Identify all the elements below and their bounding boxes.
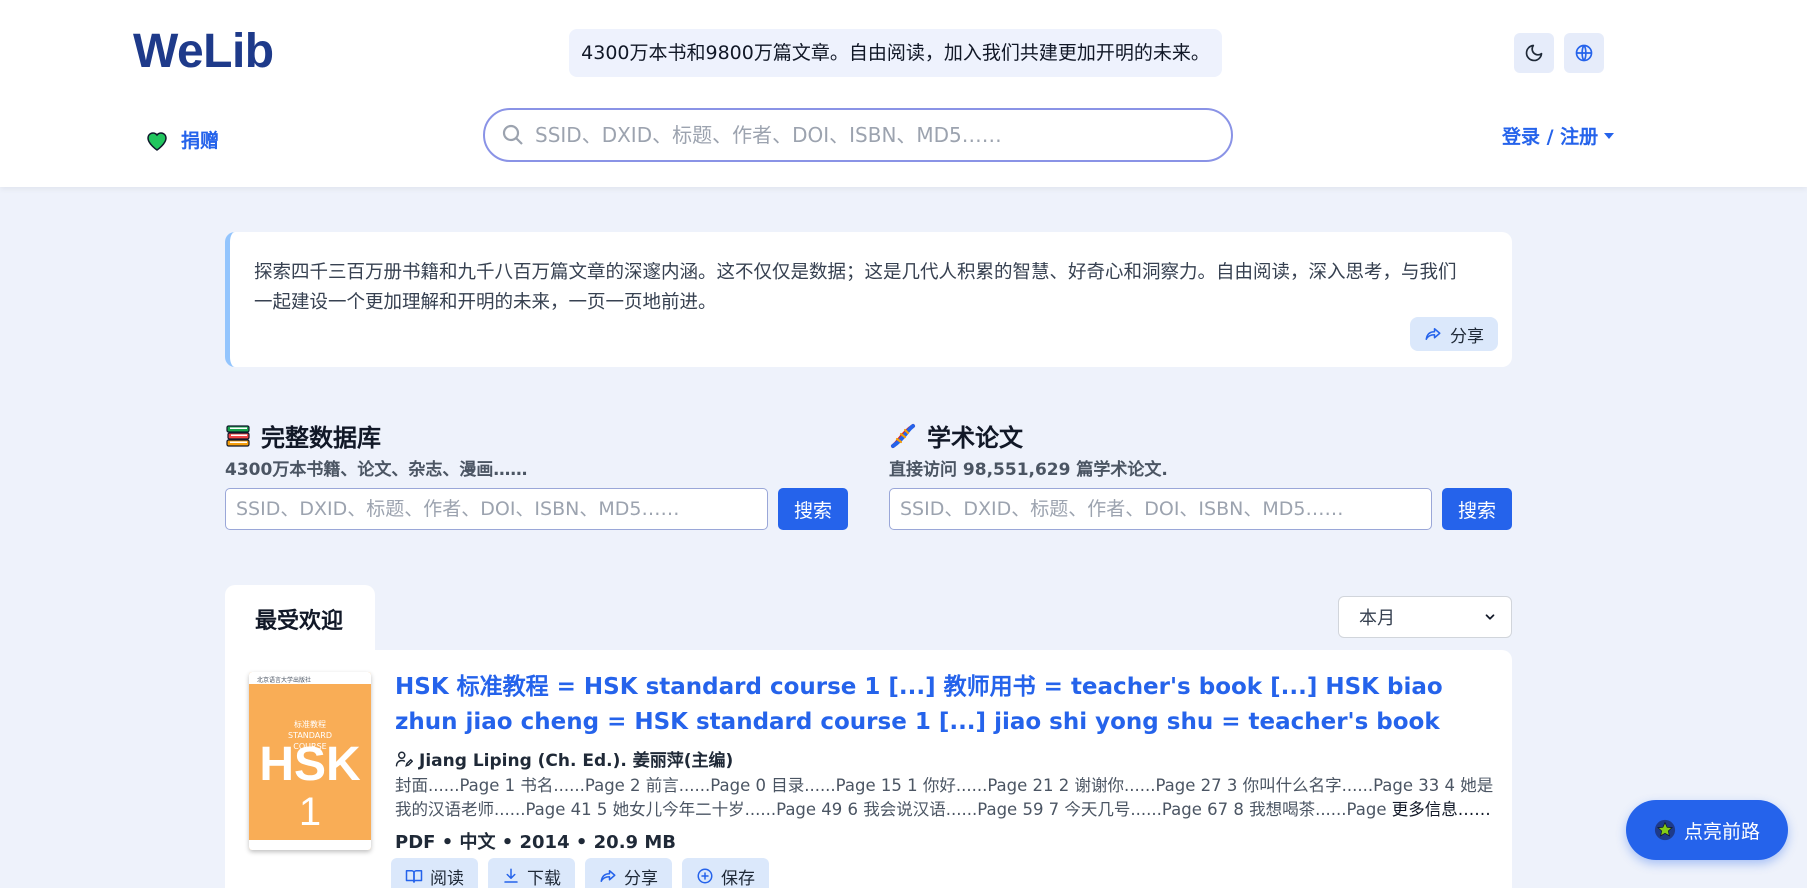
language-button[interactable]	[1564, 33, 1604, 73]
donate-label: 捐赠	[181, 130, 220, 152]
papers-database-subtitle: 直接访问 98,551,629 篇学术论文.	[889, 460, 1168, 480]
tab-most-popular[interactable]: 最受欢迎	[225, 585, 375, 651]
book-author[interactable]: Jiang Liping (Ch. Ed.). 姜丽萍(主编)	[395, 746, 733, 771]
caret-down-icon	[1604, 132, 1615, 139]
light-the-way-label: 点亮前路	[1683, 820, 1760, 843]
book-actions: 阅读 下载 分享 保存	[391, 858, 769, 888]
full-database-title: 完整数据库	[225, 418, 849, 453]
user-edit-icon	[395, 751, 413, 767]
papers-database-search-row: 搜索	[889, 488, 1513, 530]
intro-text: 探索四千三百万册书籍和九千八百万篇文章的深邃内涵。这不仅仅是数据；这是几代人积累…	[254, 262, 1457, 313]
main-search-input[interactable]	[535, 123, 1215, 147]
period-value: 本月	[1359, 608, 1395, 629]
book-title-link[interactable]: HSK 标准教程 = HSK standard course 1 [...] 教…	[395, 670, 1475, 740]
cover-bottom-band	[249, 840, 371, 850]
download-icon	[504, 868, 518, 883]
read-button[interactable]: 阅读	[391, 858, 478, 888]
cover-publisher: 北京语言大学出版社	[257, 677, 312, 684]
share-icon	[1425, 328, 1441, 340]
main-search-box[interactable]	[483, 108, 1233, 162]
intro-share-button[interactable]: 分享	[1410, 317, 1498, 351]
share-label: 分享	[624, 868, 658, 888]
save-label: 保存	[721, 868, 755, 888]
star-icon	[1654, 819, 1676, 841]
logo[interactable]: WeLib	[133, 24, 274, 79]
papers-database-search-button[interactable]: 搜索	[1442, 488, 1512, 530]
full-database-search-row: 搜索	[225, 488, 849, 530]
papers-database-section: 学术论文 直接访问 98,551,629 篇学术论文. 搜索	[889, 418, 1513, 530]
login-label: 登录 / 注册	[1502, 126, 1599, 148]
full-database-search-button[interactable]: 搜索	[778, 488, 848, 530]
full-database-heading: 完整数据库	[261, 424, 381, 452]
more-info-link[interactable]: 更多信息……	[1392, 800, 1491, 819]
book-description-text: 封面......Page 1 书名......Page 2 前言......Pa…	[395, 776, 1494, 819]
book-meta: PDF • 中文 • 2014 • 20.9 MB	[395, 832, 676, 853]
books-icon	[226, 424, 250, 447]
globe-icon	[1575, 44, 1593, 62]
full-database-section: 完整数据库 4300万本书籍、论文、杂志、漫画…… 搜索	[225, 418, 849, 530]
period-select[interactable]: 本月	[1338, 596, 1512, 638]
download-label: 下载	[527, 868, 561, 888]
site-header: WeLib 4300万本书和9800万篇文章。自由阅读，加入我们共建更加开明的未…	[0, 0, 1807, 187]
intro-card: 探索四千三百万册书籍和九千八百万篇文章的深邃内涵。这不仅仅是数据；这是几代人积累…	[225, 232, 1512, 367]
popular-book-card: 北京语言大学出版社 标准教程 STANDARD COURSE HSK 1 HSK…	[225, 650, 1512, 888]
book-open-icon	[405, 870, 423, 883]
download-button[interactable]: 下载	[488, 858, 575, 888]
dark-mode-button[interactable]	[1514, 33, 1554, 73]
login-register-dropdown[interactable]: 登录 / 注册	[1502, 122, 1615, 149]
save-button[interactable]: 保存	[682, 858, 769, 888]
plus-circle-icon	[697, 868, 713, 884]
book-author-name: Jiang Liping (Ch. Ed.). 姜丽萍(主编)	[419, 751, 734, 771]
donate-link[interactable]: 捐赠	[145, 126, 219, 153]
full-database-search-input[interactable]	[225, 488, 768, 530]
cover-level: 1	[298, 790, 322, 834]
moon-icon	[1525, 44, 1543, 62]
read-label: 阅读	[430, 868, 464, 888]
full-database-subtitle: 4300万本书籍、论文、杂志、漫画……	[225, 460, 528, 480]
cover-brand: HSK	[259, 738, 361, 791]
light-the-way-button[interactable]: 点亮前路	[1626, 800, 1788, 860]
heart-icon	[147, 131, 167, 151]
dna-icon	[891, 423, 915, 448]
tagline-banner: 4300万本书和9800万篇文章。自由阅读，加入我们共建更加开明的未来。	[569, 29, 1222, 77]
papers-database-title: 学术论文	[889, 418, 1513, 453]
share-label: 分享	[1450, 326, 1484, 347]
chevron-down-icon	[1485, 614, 1495, 620]
share-button[interactable]: 分享	[585, 858, 672, 888]
papers-database-search-input[interactable]	[889, 488, 1432, 530]
book-cover[interactable]: 北京语言大学出版社 标准教程 STANDARD COURSE HSK 1	[249, 672, 371, 850]
papers-database-heading: 学术论文	[927, 424, 1023, 452]
search-icon	[502, 124, 523, 145]
book-description: 封面......Page 1 书名......Page 2 前言......Pa…	[395, 774, 1495, 822]
share-icon	[600, 870, 616, 882]
